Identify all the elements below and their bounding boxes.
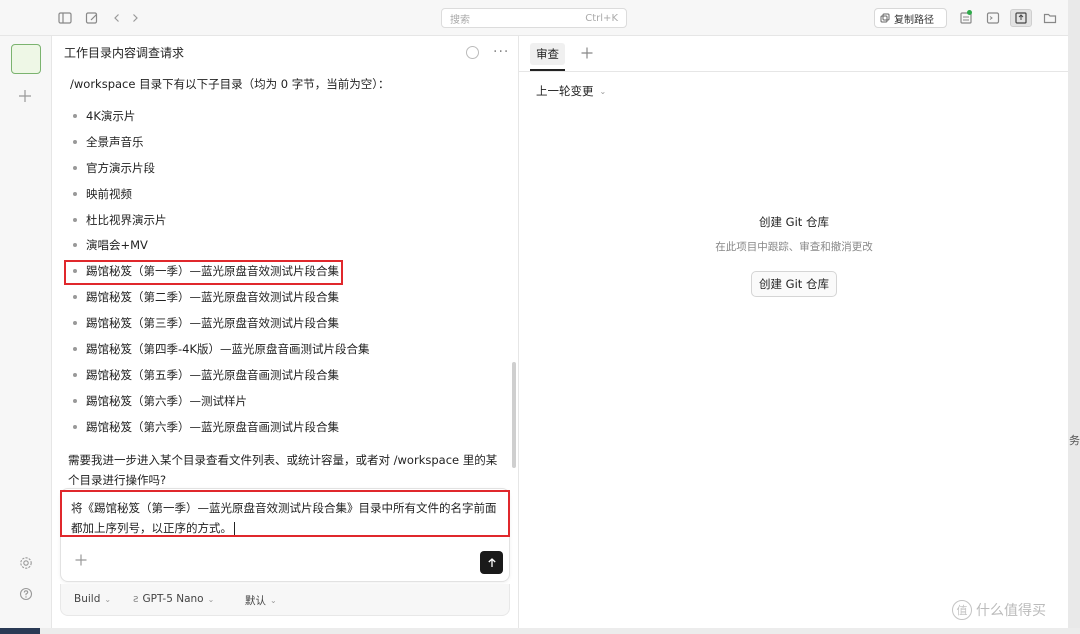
list-item: 官方演示片段 [73,159,370,185]
list-item: 4K演示片 [73,107,370,133]
new-chat-icon[interactable] [83,9,101,27]
list-item: 杜比视界演示片 [73,211,370,237]
preset-selector[interactable]: 默认 ⌄ [245,593,277,608]
loading-spinner-icon [466,46,479,59]
arrow-up-icon [487,557,496,567]
search-placeholder: 搜索 [450,14,470,26]
watermark-logo: 值 [952,600,972,620]
previous-change-label: 上一轮变更 [536,84,594,98]
copy-path-button[interactable]: 复制路径 [874,8,947,28]
attach-plus-icon[interactable] [74,553,88,567]
list-item: 演唱会+MV [73,236,370,262]
tab-review[interactable]: 审查 [530,43,565,65]
background-window-edge [1068,0,1080,634]
model-label: GPT-5 Nano [142,593,204,605]
list-item: 踢馆秘笈（第五季）—蓝光原盘音画测试片段合集 [73,366,370,392]
composer-bottom-bar: Build ⌄ ƨ GPT-5 Nano ⌄ 默认 ⌄ [60,584,510,616]
taskbar-fragment [0,628,40,634]
add-workspace-icon[interactable] [17,88,33,104]
panel-divider[interactable] [518,36,519,628]
list-item: 踢馆秘笈（第六季）—测试样片 [73,392,370,418]
left-rail [0,36,52,628]
folder-icon[interactable] [1041,9,1059,27]
watermark: 值 什么值得买 [952,600,1046,620]
create-git-repo-button[interactable]: 创建 Git 仓库 [751,271,837,297]
back-arrow-icon[interactable] [108,9,126,27]
preset-label: 默认 [245,595,266,607]
chat-header: 工作目录内容调查请求 ··· [64,44,514,62]
settings-gear-icon[interactable] [19,556,33,570]
model-selector[interactable]: ƨ GPT-5 Nano ⌄ [133,593,214,605]
tab-bar-divider [519,71,1068,72]
more-options-icon[interactable]: ··· [493,44,509,60]
list-item: 踢馆秘笈（第二季）—蓝光原盘音效测试片段合集 [73,288,370,314]
previous-change-dropdown[interactable]: 上一轮变更 ⌄ [536,83,606,99]
search-shortcut: Ctrl+K [585,12,618,24]
highlight-box-directory [64,260,343,285]
mode-selector[interactable]: Build ⌄ [74,593,111,605]
forward-arrow-icon[interactable] [126,9,144,27]
help-icon[interactable] [19,587,33,601]
assistant-intro-text: /workspace 目录下有以下子目录（均为 0 字节，当前为空）： [70,77,390,91]
copy-icon [880,13,890,23]
copy-path-label: 复制路径 [894,14,934,26]
chevron-down-icon: ⌄ [104,594,112,604]
terminal-icon[interactable] [984,9,1002,27]
assistant-followup-text: 需要我进一步进入某个目录查看文件列表、或统计容量，或者对 /workspace … [68,453,498,487]
list-item: 全景声音乐 [73,133,370,159]
watermark-text: 什么值得买 [976,603,1046,619]
chat-title: 工作目录内容调查请求 [64,46,185,60]
list-item: 踢馆秘笈（第六季）—蓝光原盘音画测试片段合集 [73,418,370,444]
chevron-down-icon: ⌄ [270,596,277,605]
background-window-text: 务 [1069,434,1080,447]
mode-label: Build [74,593,101,605]
git-empty-subtitle: 在此项目中跟踪、审查和撤消更改 [715,241,873,253]
model-icon: ƨ [133,593,139,605]
search-box[interactable]: 搜索 Ctrl+K [441,8,627,28]
workspace-avatar[interactable] [11,44,41,74]
sidebar-toggle-icon[interactable] [56,9,74,27]
chevron-down-icon: ⌄ [599,86,607,96]
source-control-icon[interactable] [957,9,975,27]
list-item: 踢馆秘笈（第四季-4K版）—蓝光原盘音画测试片段合集 [73,340,370,366]
chat-scrollbar[interactable] [512,362,516,468]
bottom-edge [0,628,1080,634]
git-empty-title: 创建 Git 仓库 [759,215,829,229]
list-item: 映前视频 [73,185,370,211]
chevron-down-icon: ⌄ [207,594,215,604]
highlight-box-input [60,490,510,537]
send-button[interactable] [480,551,503,574]
list-item: 踢馆秘笈（第三季）—蓝光原盘音效测试片段合集 [73,314,370,340]
review-panel-icon[interactable] [1010,9,1032,27]
top-bar: 搜索 Ctrl+K 复制路径 [0,0,1068,36]
add-tab-icon[interactable] [580,46,594,60]
status-dot [967,10,972,15]
